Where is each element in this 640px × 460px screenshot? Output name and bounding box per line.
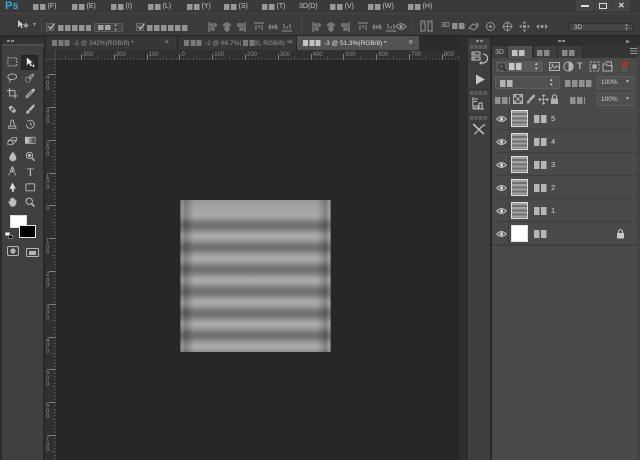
svg-text:T: T [27, 167, 34, 178]
